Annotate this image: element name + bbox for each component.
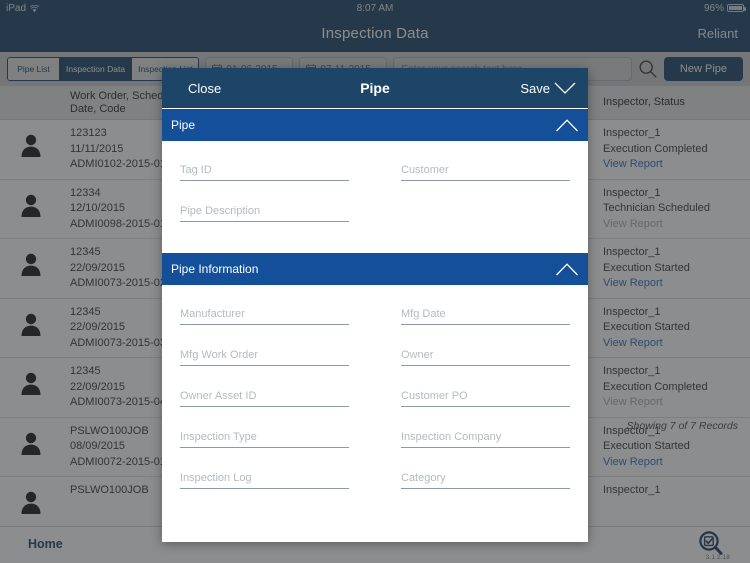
- field-row: Manufacturer Mfg Date: [180, 308, 570, 325]
- close-button[interactable]: Close: [188, 81, 221, 96]
- form-field[interactable]: Mfg Date: [401, 308, 570, 325]
- form-field[interactable]: Customer: [401, 164, 570, 181]
- section-header[interactable]: Pipe: [162, 108, 588, 142]
- field-label: Owner: [401, 349, 434, 361]
- field-underline: [180, 365, 349, 366]
- field-label: Category: [401, 472, 446, 484]
- field-underline: [401, 324, 570, 325]
- field-label: Mfg Work Order: [180, 349, 259, 361]
- field-underline: [401, 406, 570, 407]
- section-fields: Tag ID Customer Pipe Description: [162, 142, 588, 252]
- form-sections: Pipe Tag ID Customer Pipe Description Pipe I…: [162, 108, 588, 519]
- field-row: Tag ID Customer: [180, 164, 570, 181]
- field-underline: [180, 447, 349, 448]
- modal-header: Close Pipe Save: [162, 68, 588, 108]
- field-label: Owner Asset ID: [180, 390, 257, 402]
- field-row: Inspection Type Inspection Company: [180, 431, 570, 448]
- field-underline: [401, 447, 570, 448]
- field-label: Customer PO: [401, 390, 468, 402]
- field-row: Mfg Work Order Owner: [180, 349, 570, 366]
- field-label: Inspection Type: [180, 431, 257, 443]
- field-row: Owner Asset ID Customer PO: [180, 390, 570, 407]
- form-field[interactable]: Owner Asset ID: [180, 390, 349, 407]
- form-field[interactable]: Inspection Company: [401, 431, 570, 448]
- form-field[interactable]: Mfg Work Order: [180, 349, 349, 366]
- form-field[interactable]: Tag ID: [180, 164, 349, 181]
- field-underline: [180, 406, 349, 407]
- save-button[interactable]: Save: [520, 81, 576, 96]
- form-field[interactable]: Pipe Description: [180, 205, 349, 222]
- field-underline: [401, 180, 570, 181]
- field-underline: [401, 488, 570, 489]
- field-label: Tag ID: [180, 164, 212, 176]
- field-underline: [401, 365, 570, 366]
- field-label: Pipe Description: [180, 205, 261, 217]
- field-label: Inspection Company: [401, 431, 502, 443]
- field-underline: [180, 180, 349, 181]
- field-label: Mfg Date: [401, 308, 446, 320]
- field-underline: [180, 221, 349, 222]
- field-label: Manufacturer: [180, 308, 245, 320]
- field-underline: [180, 324, 349, 325]
- chevron-up-icon[interactable]: [555, 262, 579, 277]
- save-label: Save: [520, 80, 550, 96]
- section-fields: Manufacturer Mfg Date Mfg Work Order Owner O…: [162, 286, 588, 519]
- pipe-form-modal: Close Pipe Save Pipe Tag ID Customer Pipe D…: [162, 68, 588, 542]
- section-title: Pipe Information: [171, 262, 259, 276]
- form-field[interactable]: Manufacturer: [180, 308, 349, 325]
- field-underline: [180, 488, 349, 489]
- form-field[interactable]: Category: [401, 472, 570, 489]
- field-label: Customer: [401, 164, 449, 176]
- modal-body: Pipe Tag ID Customer Pipe Description Pipe I…: [162, 108, 588, 542]
- field-label: Inspection Log: [180, 472, 252, 484]
- chevron-down-icon: [554, 81, 576, 95]
- section-header[interactable]: Pipe Information: [162, 252, 588, 286]
- section-title: Pipe: [171, 118, 196, 132]
- form-field[interactable]: Inspection Type: [180, 431, 349, 448]
- field-row: Inspection Log Category: [180, 472, 570, 489]
- app-root: iPad 8:07 AM 96% Inspection Data Reliant…: [0, 0, 750, 563]
- field-row: Pipe Description: [180, 205, 570, 222]
- form-field[interactable]: Inspection Log: [180, 472, 349, 489]
- field-empty-slot: [401, 205, 570, 222]
- chevron-up-icon[interactable]: [555, 118, 579, 133]
- form-field[interactable]: Owner: [401, 349, 570, 366]
- form-field[interactable]: Customer PO: [401, 390, 570, 407]
